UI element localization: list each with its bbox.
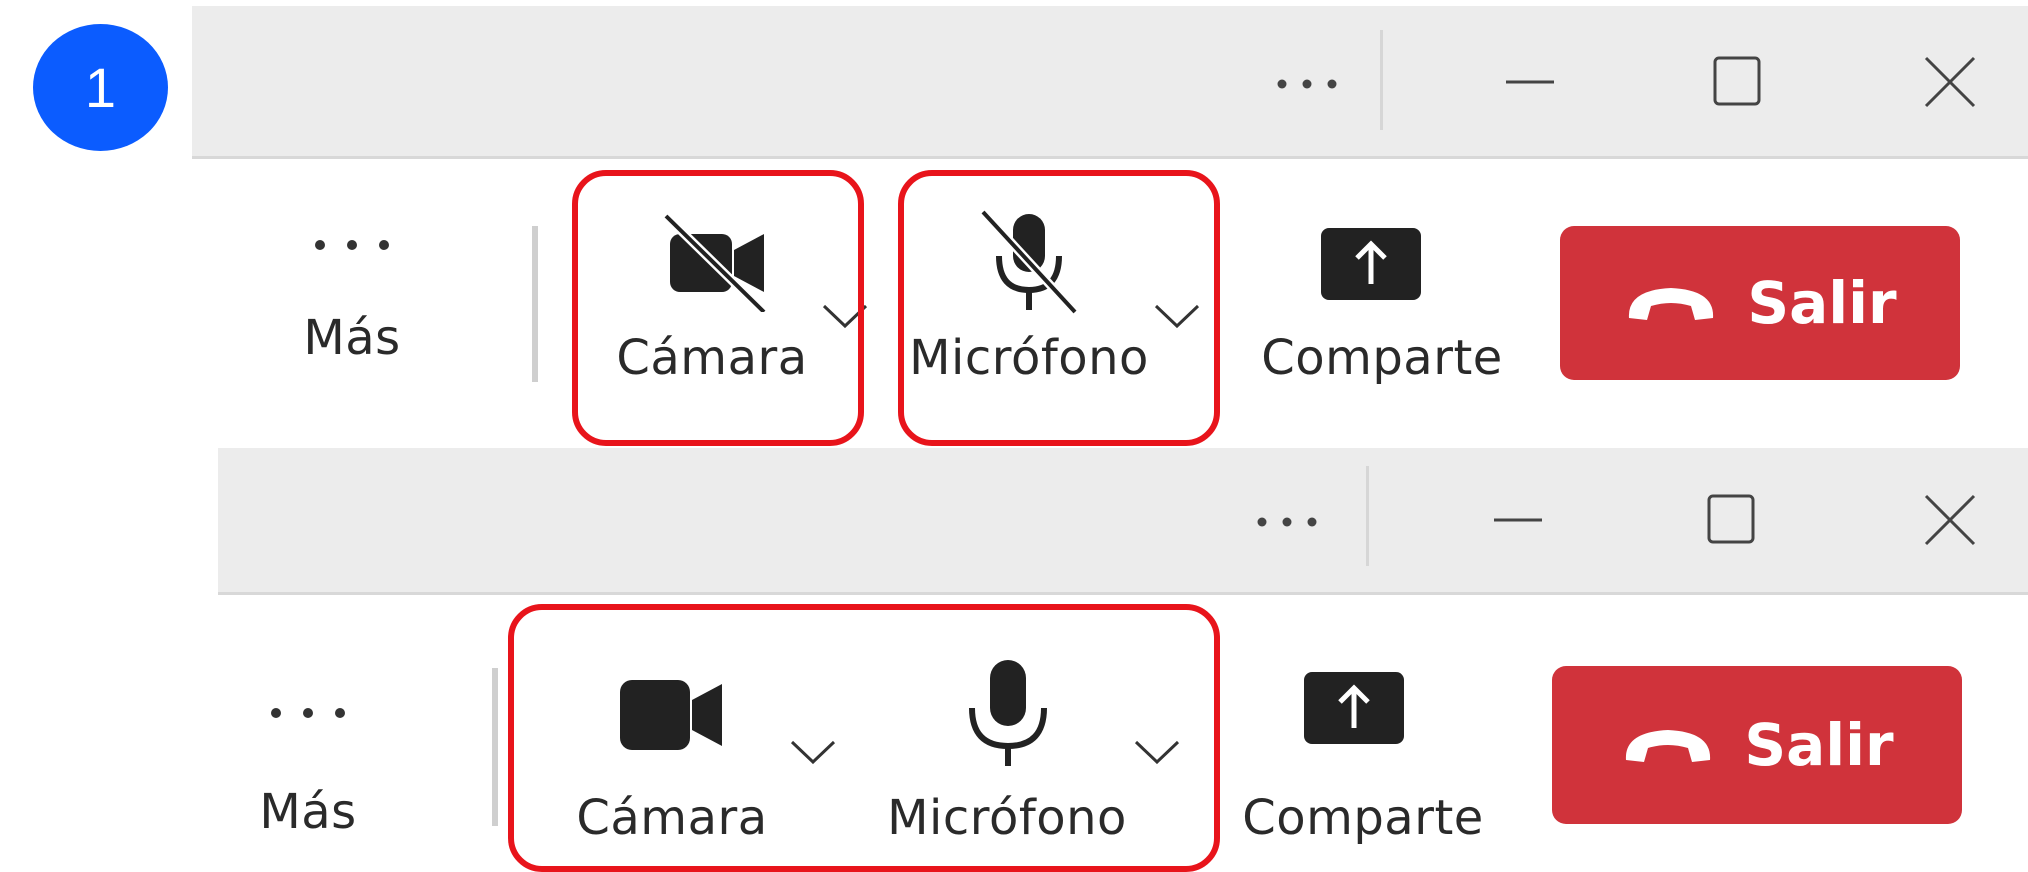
toolbar-divider: [532, 226, 538, 382]
step-number: 1: [84, 56, 117, 119]
hang-up-phone-icon: [1626, 730, 1711, 762]
more-options-icon[interactable]: [1272, 64, 1342, 104]
meeting-toolbar: Más Cámara Micrófono Comparte Salir: [192, 598, 2028, 865]
maximize-icon[interactable]: [1704, 490, 1760, 550]
titlebar-separator: [1380, 30, 1383, 130]
more-button[interactable]: Más: [228, 698, 388, 848]
close-icon[interactable]: [1920, 490, 1980, 550]
titlebar-separator: [1366, 466, 1369, 566]
share-label: Comparte: [1242, 790, 1484, 846]
share-label: Comparte: [1261, 330, 1503, 386]
microphone-options-chevron-icon[interactable]: [1152, 300, 1202, 330]
meeting-toolbar: Más Cámara Micrófono Comparte Salir: [192, 160, 2028, 440]
more-label: Más: [303, 310, 401, 366]
close-icon[interactable]: [1920, 52, 1980, 112]
more-icon: [271, 708, 345, 718]
maximize-icon[interactable]: [1710, 52, 1766, 112]
camera-options-chevron-icon[interactable]: [820, 300, 870, 330]
microphone-label: Micrófono: [909, 330, 1149, 386]
window-titlebar: [218, 448, 2028, 595]
more-options-icon[interactable]: [1252, 502, 1322, 542]
more-icon: [315, 240, 389, 250]
leave-label: Salir: [1744, 711, 1894, 779]
window-titlebar: [192, 6, 2028, 159]
hang-up-phone-icon: [1629, 288, 1714, 320]
camera-button[interactable]: Cámara: [612, 212, 812, 386]
microphone-off-icon: [979, 210, 1079, 314]
leave-button[interactable]: Salir: [1560, 226, 1960, 380]
share-screen-icon: [1321, 228, 1421, 300]
share-button[interactable]: Comparte: [1228, 670, 1498, 850]
leave-button[interactable]: Salir: [1552, 666, 1962, 824]
microphone-icon: [969, 660, 1047, 766]
camera-icon: [620, 680, 722, 750]
toolbar-divider: [492, 668, 498, 826]
share-screen-icon: [1304, 672, 1404, 744]
step-badge: 1: [33, 24, 168, 151]
camera-label: Cámara: [576, 790, 768, 846]
more-label: Más: [259, 784, 357, 840]
minimize-icon[interactable]: [1500, 62, 1560, 102]
minimize-icon[interactable]: [1488, 500, 1548, 540]
share-button[interactable]: Comparte: [1247, 212, 1517, 386]
camera-options-chevron-icon[interactable]: [788, 736, 838, 766]
microphone-options-chevron-icon[interactable]: [1132, 736, 1182, 766]
microphone-button[interactable]: Micrófono: [904, 210, 1154, 386]
camera-button[interactable]: Cámara: [572, 670, 772, 850]
camera-label: Cámara: [616, 330, 808, 386]
microphone-label: Micrófono: [887, 790, 1127, 846]
more-button[interactable]: Más: [272, 230, 432, 380]
camera-off-icon: [664, 212, 768, 312]
microphone-button[interactable]: Micrófono: [882, 658, 1132, 850]
leave-label: Salir: [1747, 269, 1897, 337]
